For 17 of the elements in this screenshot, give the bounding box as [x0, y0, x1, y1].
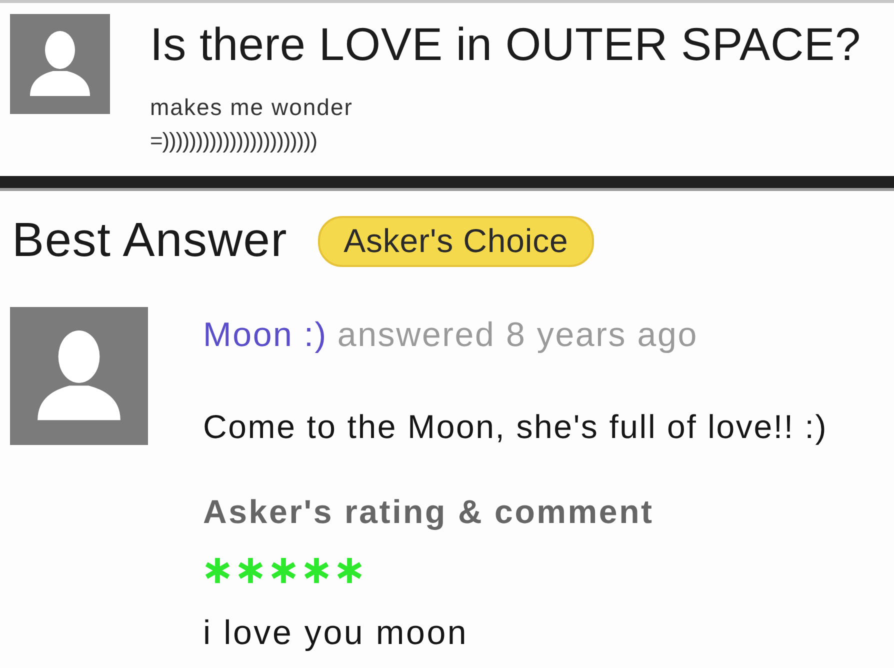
rating-heading: Asker's rating & comment	[203, 492, 655, 532]
star-icon	[302, 556, 331, 585]
answer-text: Come to the Moon, she's full of love!! :)	[203, 407, 828, 447]
author-link[interactable]: Moon :)	[203, 313, 328, 357]
star-icon	[269, 556, 298, 585]
star-icon	[203, 556, 232, 585]
question-details: =)))))))))))))))))))))))	[150, 127, 318, 155]
question-details: makes me wonder	[150, 93, 354, 122]
star-icon	[236, 556, 265, 585]
rating-comment: i love you moon	[203, 613, 470, 653]
question-title: Is there LOVE in OUTER SPACE?	[150, 18, 861, 70]
section-heading: Best Answer	[12, 215, 288, 267]
avatar-icon	[10, 307, 148, 445]
answer-time: answered 8 years ago	[337, 315, 698, 356]
star-icon	[335, 556, 364, 585]
avatar-icon	[10, 14, 110, 114]
choice-badge: Asker's Choice	[318, 216, 594, 266]
